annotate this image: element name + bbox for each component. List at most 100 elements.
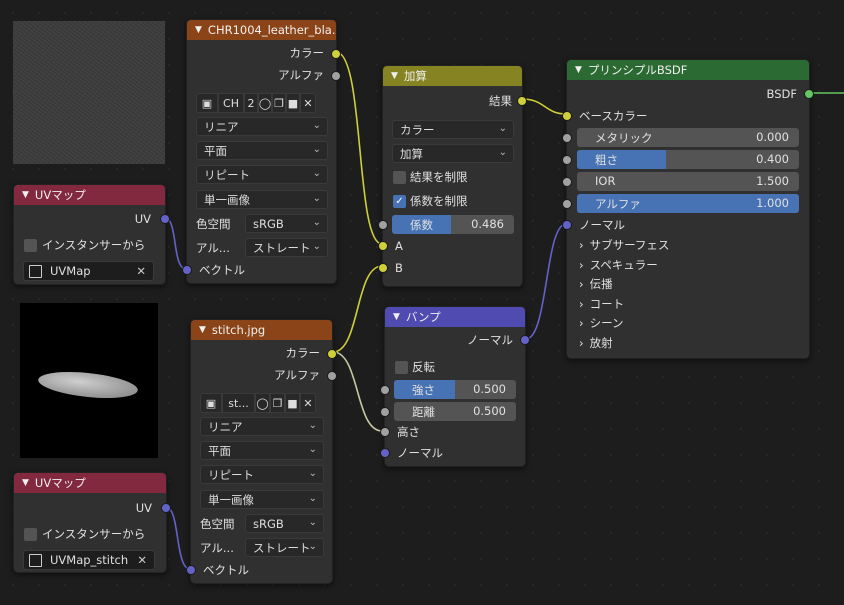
fake-user-shield-icon[interactable]: ◯ [258,93,272,113]
fake-user-shield-icon[interactable]: ◯ [255,393,270,413]
image-texture-node-stitch[interactable]: ▼ stitch.jpg カラー アルファ ▣ st... ◯ ❐ ■ ✕ リニア… [186,319,337,584]
duplicate-icon[interactable]: ❐ [270,393,285,413]
image-browse-icon[interactable]: ▣ [200,393,222,413]
input-distance-socket[interactable] [380,407,390,417]
panel-emission[interactable]: › 放射 [579,333,613,353]
unlink-close-icon[interactable]: ✕ [300,393,316,413]
node-header[interactable]: ▼ バンプ [385,307,525,327]
panel-specular[interactable]: › スペキュラー [579,255,658,275]
input-height-socket[interactable] [380,427,390,437]
input-normal-socket[interactable] [562,220,572,230]
clear-icon[interactable]: ✕ [136,264,146,278]
duplicate-icon[interactable]: ❐ [272,93,286,113]
panel-transmission[interactable]: › 伝播 [579,274,613,294]
projection-dropdown[interactable]: 平面 ⌄ [196,141,328,160]
image-selector[interactable]: ▣ st... ◯ ❐ ■ ✕ [200,393,316,413]
uv-map-node-2[interactable]: ▼ UVマップ UV インスタンサーから UVMap_stitch ✕ [13,472,171,573]
open-folder-icon[interactable]: ■ [286,93,300,113]
alpha-mode-dropdown[interactable]: ストレート ⌄ [245,238,328,257]
output-alpha-socket[interactable] [331,71,341,81]
invert-checkbox[interactable] [395,361,408,374]
alpha-slider[interactable]: アルファ 1.000 [577,194,799,213]
node-header[interactable]: ▼ UVマップ [14,185,165,205]
input-a-socket[interactable] [378,241,388,251]
output-color-socket[interactable] [331,49,341,59]
mix-add-node[interactable]: ▼ 加算 結果 カラー ⌄ 加算 ⌄ 結果を制限 ✓ 係数を制限 係数 0.486 A … [378,65,527,287]
interpolation-value: リニア [208,419,243,434]
output-result-socket[interactable] [517,96,527,106]
input-metallic-socket[interactable] [562,133,572,143]
ior-field[interactable]: IOR 1.500 [577,172,799,191]
projection-dropdown[interactable]: 平面 ⌄ [200,441,324,460]
blend-mode-dropdown[interactable]: 加算 ⌄ [392,144,514,163]
strength-slider[interactable]: 強さ 0.500 [394,380,516,399]
node-header[interactable]: ▼ 加算 [383,66,522,86]
collapse-chevron-icon[interactable]: ▼ [391,71,398,81]
clamp-factor-checkbox[interactable]: ✓ [393,195,406,208]
node-header[interactable]: ▼ CHR1004_leather_bla... [187,20,336,40]
colorspace-dropdown[interactable]: sRGB ⌄ [245,514,324,533]
output-uv-socket[interactable] [161,503,171,513]
output-alpha-socket[interactable] [327,371,337,381]
panel-subsurface[interactable]: › サブサーフェス [579,235,669,255]
data-type-dropdown[interactable]: カラー ⌄ [392,120,514,139]
output-bsdf-socket[interactable] [804,89,814,99]
input-b-socket[interactable] [378,263,388,273]
uv-map-field[interactable]: UVMap_stitch ✕ [23,550,155,570]
collapse-chevron-icon[interactable]: ▼ [22,190,29,200]
interpolation-dropdown[interactable]: リニア ⌄ [196,117,328,136]
node-header[interactable]: ▼ stitch.jpg [191,320,332,340]
alpha-mode-dropdown[interactable]: ストレート ⌄ [245,538,324,557]
input-factor-socket[interactable] [378,220,388,230]
collapse-chevron-icon[interactable]: ▼ [22,478,29,488]
panel-sheen[interactable]: › シーン [579,313,624,333]
uv-map-field[interactable]: UVMap ✕ [23,261,154,281]
user-count[interactable]: 2 [244,93,258,113]
input-strength-socket[interactable] [380,385,390,395]
collapse-chevron-icon[interactable]: ▼ [199,325,206,335]
node-header[interactable]: ▼ プリンシプルBSDF [567,60,809,80]
input-vector-socket[interactable] [186,565,196,575]
clamp-result-checkbox[interactable] [393,171,406,184]
image-texture-node-leather[interactable]: ▼ CHR1004_leather_bla... カラー アルファ ▣ CH 2 … [182,19,341,284]
collapse-chevron-icon[interactable]: ▼ [195,25,202,35]
output-color-socket[interactable] [327,349,337,359]
input-roughness-socket[interactable] [562,155,572,165]
input-base-color-socket[interactable] [562,111,572,121]
image-name[interactable]: st... [222,393,255,413]
collapse-chevron-icon[interactable]: ▼ [575,65,582,75]
colorspace-dropdown[interactable]: sRGB ⌄ [245,214,328,233]
interpolation-dropdown[interactable]: リニア ⌄ [200,417,324,436]
distance-field[interactable]: 距離 0.500 [394,402,516,421]
uv-map-node-1[interactable]: ▼ UVマップ UV インスタンサーから UVMap ✕ [13,184,170,285]
input-alpha-socket[interactable] [562,199,572,209]
bump-node[interactable]: ▼ バンプ ノーマル 反転 強さ 0.500 距離 0.500 高さ ノーマル [380,306,530,467]
metallic-field[interactable]: メタリック 0.000 [577,128,799,147]
extension-dropdown[interactable]: リピート ⌄ [196,165,328,184]
factor-slider[interactable]: 係数 0.486 [392,215,514,234]
principled-bsdf-node[interactable]: ▼ プリンシプルBSDF BSDF ベースカラー メタリック 0.000 粗さ 0.4… [562,59,814,359]
clear-icon[interactable]: ✕ [137,553,147,567]
alpha-label: アルファ [595,197,641,211]
input-vector-socket[interactable] [182,265,192,275]
from-instancer-checkbox[interactable] [24,528,37,541]
output-uv-socket[interactable] [160,214,170,224]
input-normal-socket[interactable] [380,448,390,458]
panel-coat[interactable]: › コート [579,294,624,314]
from-instancer-checkbox[interactable] [24,239,37,252]
chevron-right-icon: › [579,238,584,252]
source-dropdown[interactable]: 単一画像 ⌄ [200,490,324,509]
collapse-chevron-icon[interactable]: ▼ [393,312,400,322]
node-header[interactable]: ▼ UVマップ [14,473,166,493]
image-name[interactable]: CH [218,93,244,113]
source-dropdown[interactable]: 単一画像 ⌄ [196,190,328,209]
roughness-slider[interactable]: 粗さ 0.400 [577,150,799,169]
extension-dropdown[interactable]: リピート ⌄ [200,465,324,484]
output-normal-socket[interactable] [520,335,530,345]
unlink-close-icon[interactable]: ✕ [300,93,316,113]
input-ior-socket[interactable] [562,177,572,187]
image-selector[interactable]: ▣ CH 2 ◯ ❐ ■ ✕ [196,93,316,113]
open-folder-icon[interactable]: ■ [285,393,300,413]
image-browse-icon[interactable]: ▣ [196,93,218,113]
panel-label: 伝播 [589,277,613,291]
